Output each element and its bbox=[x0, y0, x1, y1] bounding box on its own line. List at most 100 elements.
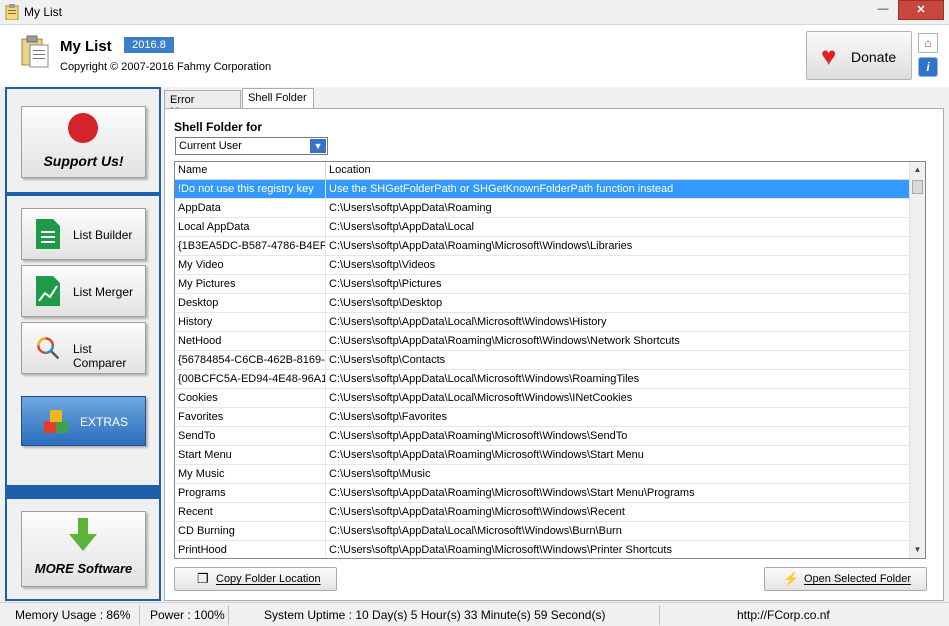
list-builder-button[interactable]: List Builder bbox=[21, 208, 146, 260]
column-header-name[interactable]: Name bbox=[175, 162, 326, 180]
uptime-status: System Uptime : 10 Day(s) 5 Hour(s) 33 M… bbox=[230, 605, 660, 625]
shell-folder-for-label: Shell Folder for bbox=[174, 120, 263, 134]
cell-location: C:\Users\softp\Favorites bbox=[329, 411, 447, 423]
chart-icon bbox=[36, 276, 60, 306]
table-row[interactable]: CD Burning C:\Users\softp\AppData\Local\M… bbox=[175, 522, 911, 541]
table-row[interactable]: SendTo C:\Users\softp\AppData\Roaming\Mic… bbox=[175, 427, 911, 446]
scope-dropdown[interactable]: Current User ▼ bbox=[175, 137, 328, 155]
tab-error-message[interactable]: Error Message bbox=[164, 90, 241, 118]
list-merger-button[interactable]: List Merger bbox=[21, 265, 146, 317]
version-badge: 2016.8 bbox=[124, 37, 174, 53]
table-row[interactable]: History C:\Users\softp\AppData\Local\Micr… bbox=[175, 313, 911, 332]
cell-name: AppData bbox=[175, 199, 326, 218]
table-row[interactable]: Cookies C:\Users\softp\AppData\Local\Micr… bbox=[175, 389, 911, 408]
spreadsheet-icon bbox=[36, 219, 60, 249]
website-link[interactable]: http://FCorp.co.nf bbox=[660, 605, 940, 625]
cell-location: C:\Users\softp\Desktop bbox=[329, 297, 443, 309]
table-row[interactable]: Start Menu C:\Users\softp\AppData\Roaming… bbox=[175, 446, 911, 465]
cell-name: {56784854-C6CB-462B-8169-88 bbox=[175, 351, 326, 370]
title-bar: My List — ✕ bbox=[0, 0, 949, 25]
info-icon[interactable]: i bbox=[918, 57, 938, 77]
close-button[interactable]: ✕ bbox=[898, 0, 944, 20]
window-title: My List bbox=[24, 5, 63, 19]
power-status: Power : 100% bbox=[141, 605, 229, 625]
support-us-label: Support Us! bbox=[43, 153, 124, 169]
cell-name: My Music bbox=[175, 465, 326, 484]
heart-icon: ♥ bbox=[821, 41, 837, 71]
open-selected-folder-label: Open Selected Folder bbox=[804, 573, 912, 585]
table-row[interactable]: AppData C:\Users\softp\AppData\Roaming bbox=[175, 199, 911, 218]
cell-name: Start Menu bbox=[175, 446, 326, 465]
copyright-text: Copyright © 2007-2016 Fahmy Corporation bbox=[60, 61, 272, 73]
sidebar: Support Us! List Builder List Merger Lis… bbox=[5, 87, 161, 601]
sidebar-support-panel: Support Us! bbox=[7, 89, 159, 192]
heart-icon bbox=[68, 113, 98, 143]
cell-location: C:\Users\softp\Contacts bbox=[329, 354, 446, 366]
list-merger-label: List Merger bbox=[73, 285, 134, 299]
cell-name: SendTo bbox=[175, 427, 326, 446]
table-row[interactable]: {56784854-C6CB-462B-8169-88 C:\Users\soft… bbox=[175, 351, 911, 370]
cell-name: {00BCFC5A-ED94-4E48-96A1-3 bbox=[175, 370, 326, 389]
cell-location: C:\Users\softp\AppData\Local\Microsoft\W… bbox=[329, 373, 640, 385]
table-row[interactable]: Desktop C:\Users\softp\Desktop bbox=[175, 294, 911, 313]
extras-label: EXTRAS bbox=[80, 415, 129, 429]
chevron-down-icon[interactable]: ▼ bbox=[310, 139, 326, 153]
table-row[interactable]: Favorites C:\Users\softp\Favorites bbox=[175, 408, 911, 427]
cell-location: C:\Users\softp\Music bbox=[329, 468, 431, 480]
open-selected-folder-button[interactable]: ⚡ Open Selected Folder bbox=[764, 567, 927, 591]
tab-shell-folder[interactable]: Shell Folder bbox=[242, 88, 314, 110]
cell-location: C:\Users\softp\AppData\Roaming bbox=[329, 202, 492, 214]
minimize-button[interactable]: — bbox=[869, 0, 897, 20]
more-software-label: MORE Software bbox=[34, 561, 133, 576]
cell-location: C:\Users\softp\AppData\Roaming\Microsoft… bbox=[329, 335, 680, 347]
cell-location: C:\Users\softp\Videos bbox=[329, 259, 436, 271]
table-row[interactable]: My Pictures C:\Users\softp\Pictures bbox=[175, 275, 911, 294]
table-row[interactable]: {1B3EA5DC-B587-4786-B4EF-B C:\Users\softp… bbox=[175, 237, 911, 256]
app-name: My List bbox=[60, 38, 112, 55]
cell-name: Cookies bbox=[175, 389, 326, 408]
scrollbar-thumb[interactable] bbox=[912, 180, 923, 194]
app-clipboard-icon bbox=[5, 4, 19, 20]
lightning-icon: ⚡ bbox=[783, 571, 800, 586]
cell-name: CD Burning bbox=[175, 522, 326, 541]
cell-location: C:\Users\softp\AppData\Local bbox=[329, 221, 474, 233]
cell-location: C:\Users\softp\AppData\Local\Microsoft\W… bbox=[329, 316, 607, 328]
list-comparer-button[interactable]: List Comparer bbox=[21, 322, 146, 374]
list-builder-label: List Builder bbox=[73, 228, 133, 242]
vertical-scrollbar[interactable]: ▲ ▼ bbox=[909, 162, 925, 558]
cell-name: History bbox=[175, 313, 326, 332]
support-us-button[interactable]: Support Us! bbox=[21, 106, 146, 178]
cell-name: My Pictures bbox=[175, 275, 326, 294]
app-header: My List 2016.8 Copyright © 2007-2016 Fah… bbox=[0, 25, 949, 87]
cell-location: C:\Users\softp\Pictures bbox=[329, 278, 442, 290]
cell-location: C:\Users\softp\AppData\Roaming\Microsoft… bbox=[329, 544, 672, 556]
clipboard-logo-icon bbox=[21, 35, 49, 68]
table-row[interactable]: !Do not use this registry key Use the SHG… bbox=[175, 180, 911, 199]
home-icon[interactable]: ⌂ bbox=[918, 33, 938, 53]
extras-button[interactable]: EXTRAS bbox=[21, 396, 146, 446]
scroll-down-icon[interactable]: ▼ bbox=[910, 542, 925, 558]
cell-location: C:\Users\softp\AppData\Local\Microsoft\W… bbox=[329, 525, 622, 537]
column-header-location[interactable]: Location bbox=[326, 162, 911, 180]
table-row[interactable]: NetHood C:\Users\softp\AppData\Roaming\Mi… bbox=[175, 332, 911, 351]
donate-button[interactable]: ♥ Donate bbox=[806, 31, 912, 80]
memory-usage-status: Memory Usage : 86% bbox=[5, 605, 140, 625]
scope-dropdown-value: Current User bbox=[179, 140, 242, 152]
table-row[interactable]: My Music C:\Users\softp\Music bbox=[175, 465, 911, 484]
cell-name: PrintHood bbox=[175, 541, 326, 558]
table-row[interactable]: Programs C:\Users\softp\AppData\Roaming\M… bbox=[175, 484, 911, 503]
cell-location: C:\Users\softp\AppData\Local\Microsoft\W… bbox=[329, 392, 633, 404]
copy-folder-location-button[interactable]: ❐ Copy Folder Location bbox=[174, 567, 337, 591]
table-row[interactable]: {00BCFC5A-ED94-4E48-96A1-3 C:\Users\softp… bbox=[175, 370, 911, 389]
cell-name: Desktop bbox=[175, 294, 326, 313]
scroll-up-icon[interactable]: ▲ bbox=[910, 162, 925, 178]
sidebar-more-panel: MORE Software bbox=[7, 499, 159, 599]
cell-name: Programs bbox=[175, 484, 326, 503]
table-row[interactable]: PrintHood C:\Users\softp\AppData\Roaming\… bbox=[175, 541, 911, 558]
table-row[interactable]: Recent C:\Users\softp\AppData\Roaming\Mic… bbox=[175, 503, 911, 522]
table-body: !Do not use this registry key Use the SHG… bbox=[175, 180, 911, 558]
more-software-button[interactable]: MORE Software bbox=[21, 511, 146, 587]
download-arrow-icon bbox=[69, 518, 97, 551]
table-row[interactable]: Local AppData C:\Users\softp\AppData\Loca… bbox=[175, 218, 911, 237]
table-row[interactable]: My Video C:\Users\softp\Videos bbox=[175, 256, 911, 275]
